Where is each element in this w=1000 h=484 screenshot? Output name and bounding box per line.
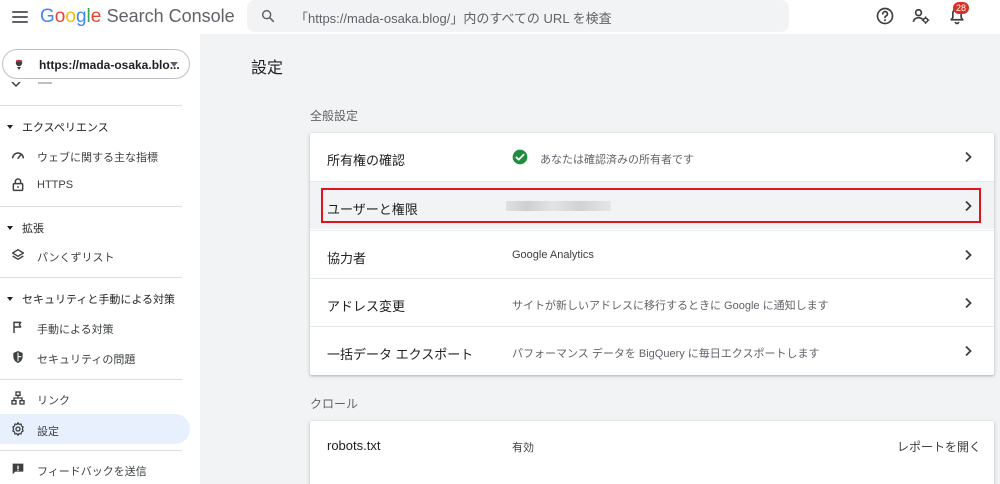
chevron-right-icon	[965, 151, 972, 163]
search-icon	[261, 9, 275, 23]
row-label: robots.txt	[327, 438, 381, 453]
settings-row-users-permissions[interactable]: ユーザーと権限	[310, 181, 994, 229]
notification-badge: 28	[953, 2, 970, 14]
nav-item-breadcrumbs[interactable]: パンくずリスト	[0, 240, 190, 270]
settings-row-ownership[interactable]: 所有権の確認 あなたは確認済みの所有者です	[310, 133, 994, 181]
nav-item-security-issues[interactable]: セキュリティの問題	[0, 342, 190, 372]
divider	[0, 105, 182, 106]
nav-item-https[interactable]: HTTPS	[0, 170, 190, 200]
row-value: サイトが新しいアドレスに移行するときに Google に通知します	[512, 300, 829, 312]
url-inspection-search[interactable]: 「https://mada-osaka.blog/」内のすべての URL を検査	[247, 0, 789, 32]
triangle-down-icon	[7, 297, 13, 301]
lock-icon	[12, 178, 24, 192]
menu-icon[interactable]	[10, 7, 30, 27]
general-settings-card: 所有権の確認 あなたは確認済みの所有者です ユーザーと権限 協力者 Google…	[310, 133, 994, 375]
property-selector[interactable]: https://mada-osaka.blo...	[2, 49, 190, 79]
gear-icon	[12, 422, 24, 436]
triangle-down-icon	[7, 226, 13, 230]
cut-off-nav-item	[11, 82, 52, 88]
logo-google: Google	[40, 6, 102, 27]
section-header-security[interactable]: セキュリティと手動による対策	[7, 291, 175, 307]
nav-item-label: セキュリティの問題	[37, 354, 136, 366]
settings-row-associations[interactable]: 協力者 Google Analytics	[310, 230, 994, 278]
row-label: アドレス変更	[327, 299, 406, 314]
top-app-bar: Google Search Console 「https://mada-osak…	[0, 0, 1000, 34]
chevron-right-icon	[965, 249, 972, 261]
nav-item-settings[interactable]: 設定	[0, 414, 190, 444]
nav-item-label: ウェブに関する主な指標	[37, 152, 158, 164]
help-icon[interactable]	[875, 6, 895, 26]
check-circle-icon	[512, 149, 528, 165]
sitemap-icon	[11, 391, 25, 405]
nav-item-label: フィードバックを送信	[37, 466, 147, 478]
logo[interactable]: Google Search Console	[40, 5, 235, 28]
section-header-experience[interactable]: エクスペリエンス	[7, 119, 109, 135]
row-value: パフォーマンス データを BigQuery に毎日エクスポートします	[512, 348, 820, 360]
chevron-right-icon	[965, 200, 972, 212]
settings-row-change-of-address[interactable]: アドレス変更 サイトが新しいアドレスに移行するときに Google に通知します	[310, 278, 994, 326]
manage-users-icon[interactable]	[911, 6, 931, 26]
speed-gauge-icon	[11, 152, 25, 160]
crawl-settings-card: robots.txt 有効 レポートを開く	[310, 421, 994, 484]
nav-item-core-web-vitals[interactable]: ウェブに関する主な指標	[0, 140, 190, 170]
logo-product: Search Console	[106, 6, 235, 26]
row-value: Google Analytics	[512, 249, 594, 261]
row-label: 協力者	[327, 251, 367, 266]
row-value: 有効	[512, 442, 534, 454]
shield-icon	[13, 351, 23, 363]
nav-item-label: 手動による対策	[37, 324, 114, 336]
search-input[interactable]: 「https://mada-osaka.blog/」内のすべての URL を検査	[295, 8, 612, 27]
row-value: あなたは確認済みの所有者です	[540, 154, 694, 166]
divider	[0, 277, 182, 278]
nav-item-feedback[interactable]: フィードバックを送信	[0, 454, 190, 484]
caret-down-icon	[170, 62, 178, 67]
section-header-enhancements[interactable]: 拡張	[7, 220, 44, 236]
triangle-down-icon	[7, 125, 13, 129]
nav-item-label: リンク	[37, 395, 70, 407]
layers-icon	[12, 249, 24, 260]
nav-item-manual-actions[interactable]: 手動による対策	[0, 312, 190, 342]
chevron-right-icon	[965, 345, 972, 357]
chevron-right-icon	[965, 297, 972, 309]
section-label-general: 全般設定	[310, 109, 359, 123]
sidebar: https://mada-osaka.blo... エクスペリエンス ウェブに関…	[0, 34, 200, 484]
nav-item-label: HTTPS	[37, 179, 74, 191]
feedback-icon	[12, 463, 24, 475]
row-label: 所有権の確認	[327, 153, 406, 168]
divider	[0, 450, 182, 451]
redacted-value	[506, 201, 611, 211]
site-favicon-icon	[12, 57, 26, 71]
settings-row-robots-txt[interactable]: robots.txt 有効 レポートを開く	[310, 421, 994, 469]
section-label-crawl: クロール	[310, 397, 359, 411]
divider	[0, 206, 182, 207]
divider	[0, 379, 182, 380]
nav-item-label: 設定	[37, 426, 59, 438]
row-label: 一括データ エクスポート	[327, 347, 474, 362]
flag-icon	[13, 321, 22, 333]
settings-row-bulk-export[interactable]: 一括データ エクスポート パフォーマンス データを BigQuery に毎日エク…	[310, 326, 994, 374]
property-url: https://mada-osaka.blo...	[39, 58, 180, 72]
page-title: 設定	[251, 60, 284, 77]
nav-item-links[interactable]: リンク	[0, 383, 190, 413]
nav-item-label: パンくずリスト	[37, 252, 115, 264]
row-label: ユーザーと権限	[327, 202, 418, 217]
open-report-link[interactable]: レポートを開く	[897, 438, 981, 455]
